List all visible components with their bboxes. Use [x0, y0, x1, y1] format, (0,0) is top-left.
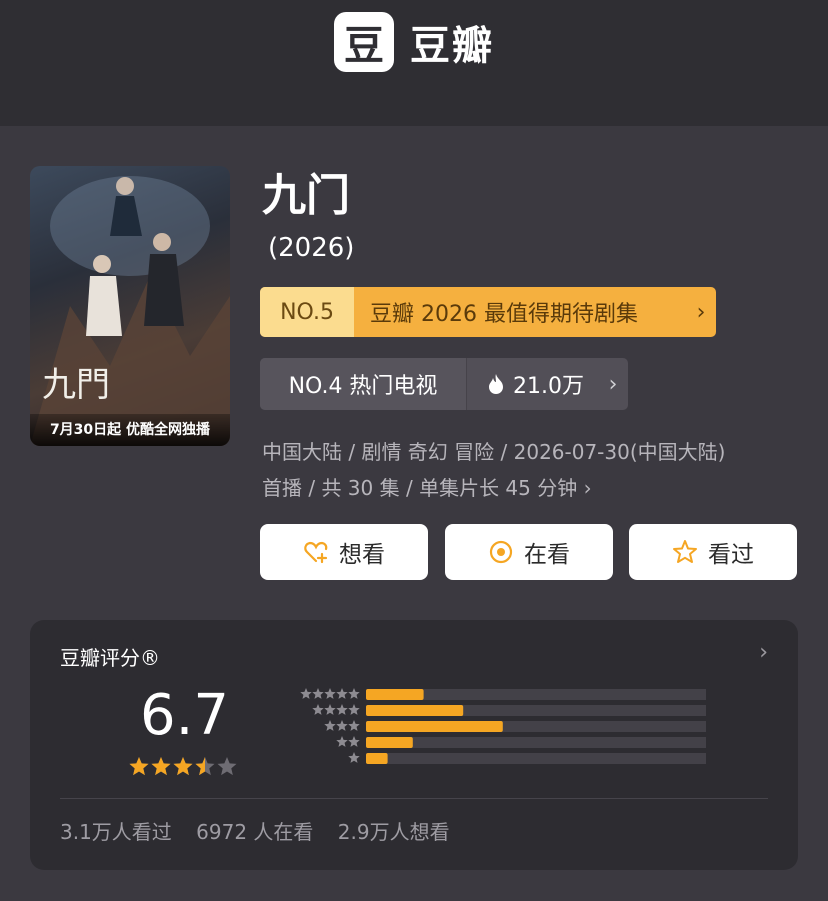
star-icon — [336, 720, 348, 731]
chevron-right-icon: › — [696, 299, 706, 325]
meta-line-1: 中国大陆 / 剧情 奇幻 冒险 / 2026-07-30(中国大陆) — [262, 440, 726, 464]
rating-title: 豆瓣评分® — [60, 646, 160, 670]
heat-value: 21.0万 — [513, 374, 584, 399]
watched-button[interactable]: 看过 — [629, 524, 797, 580]
star-icon — [300, 688, 312, 699]
star-icon — [336, 688, 348, 699]
chevron-right-icon[interactable]: › — [759, 640, 768, 665]
rating-row-3-star — [324, 720, 706, 732]
star-icon — [348, 688, 360, 699]
rating-bar-fill — [366, 705, 464, 716]
poster-caption: 7月30日起 优酷全网独播 — [30, 414, 230, 446]
poster-art: 九門 — [30, 176, 230, 446]
douban-logo-icon: 豆 — [334, 12, 394, 72]
want-to-watch-button[interactable]: 想看 — [260, 524, 428, 580]
star-outline-icon — [673, 540, 697, 563]
star-filled-icon — [151, 757, 171, 776]
star-icon — [348, 720, 360, 731]
star-filled-icon — [173, 757, 193, 776]
chevron-right-icon: › — [608, 371, 618, 397]
heat-count: 21.0万 — [467, 358, 598, 410]
star-icon — [336, 704, 348, 715]
star-filled-icon — [129, 757, 149, 776]
divider — [60, 798, 768, 799]
star-empty-icon — [217, 757, 237, 776]
flame-icon — [489, 374, 503, 394]
brand-name: 豆瓣 — [410, 23, 494, 69]
star-icon — [336, 736, 348, 747]
star-icon — [312, 704, 324, 715]
rating-bar-track — [366, 753, 706, 764]
watching-button[interactable]: 在看 — [445, 524, 613, 580]
watched-label: 看过 — [708, 542, 754, 568]
douban-brand[interactable]: 豆 豆瓣 — [334, 12, 494, 72]
want-to-watch-label: 想看 — [339, 542, 385, 568]
show-title: 九门 — [262, 170, 350, 221]
rating-bar-fill — [366, 737, 413, 748]
hot-tv-rank: NO.4 热门电视 — [260, 358, 467, 410]
rating-card: 豆瓣评分® › 6.7 3.1万人看过 6972 人在看 2.9万人想看 — [30, 620, 798, 870]
top-bar: 豆 豆瓣 — [0, 0, 828, 126]
target-icon — [489, 540, 513, 564]
rating-row-1-star — [348, 752, 706, 764]
star-icon — [324, 720, 336, 731]
star-icon — [312, 688, 324, 699]
chevron-right-icon: › — [583, 476, 592, 500]
star-icon — [348, 736, 360, 747]
rating-bar-track — [366, 737, 706, 748]
rating-row-4-star — [312, 704, 706, 716]
rating-bar-fill — [366, 753, 388, 764]
rating-score: 6.7 — [140, 683, 230, 748]
rating-stars — [129, 757, 237, 776]
show-meta[interactable]: 中国大陆 / 剧情 奇幻 冒险 / 2026-07-30(中国大陆) 首播 / … — [262, 434, 802, 506]
rating-stats: 3.1万人看过 6972 人在看 2.9万人想看 — [60, 816, 468, 845]
show-poster[interactable]: 九門 7月30日起 优酷全网独播 — [30, 166, 230, 446]
star-icon — [324, 688, 336, 699]
rating-row-2-star — [336, 736, 706, 748]
rating-row-5-star — [300, 688, 706, 700]
heart-plus-icon — [304, 541, 328, 564]
rating-distribution — [300, 688, 706, 764]
poster-logo-text: 九門 — [42, 365, 110, 405]
wish-count: 2.9万人想看 — [337, 820, 450, 844]
watching-count: 6972 人在看 — [196, 820, 314, 844]
star-icon — [348, 704, 360, 715]
ranking-number: NO.5 — [260, 287, 354, 337]
meta-line-2: 首播 / 共 30 集 / 单集片长 45 分钟 › — [262, 470, 802, 506]
ranking-badge-anticipated[interactable]: NO.5 豆瓣 2026 最值得期待剧集 › — [260, 287, 716, 337]
watching-label: 在看 — [524, 542, 570, 568]
rating-bar-fill — [366, 689, 424, 700]
meta-line-2-text: 首播 / 共 30 集 / 单集片长 45 分钟 — [262, 476, 578, 500]
rating-bar-fill — [366, 721, 503, 732]
star-icon — [324, 704, 336, 715]
ranking-badge-hot-tv[interactable]: NO.4 热门电视 21.0万 › — [260, 358, 628, 410]
ranking-label: 豆瓣 2026 最值得期待剧集 — [370, 302, 638, 327]
watched-count: 3.1万人看过 — [60, 820, 172, 844]
show-year: (2026) — [268, 233, 355, 263]
star-icon — [348, 752, 360, 763]
